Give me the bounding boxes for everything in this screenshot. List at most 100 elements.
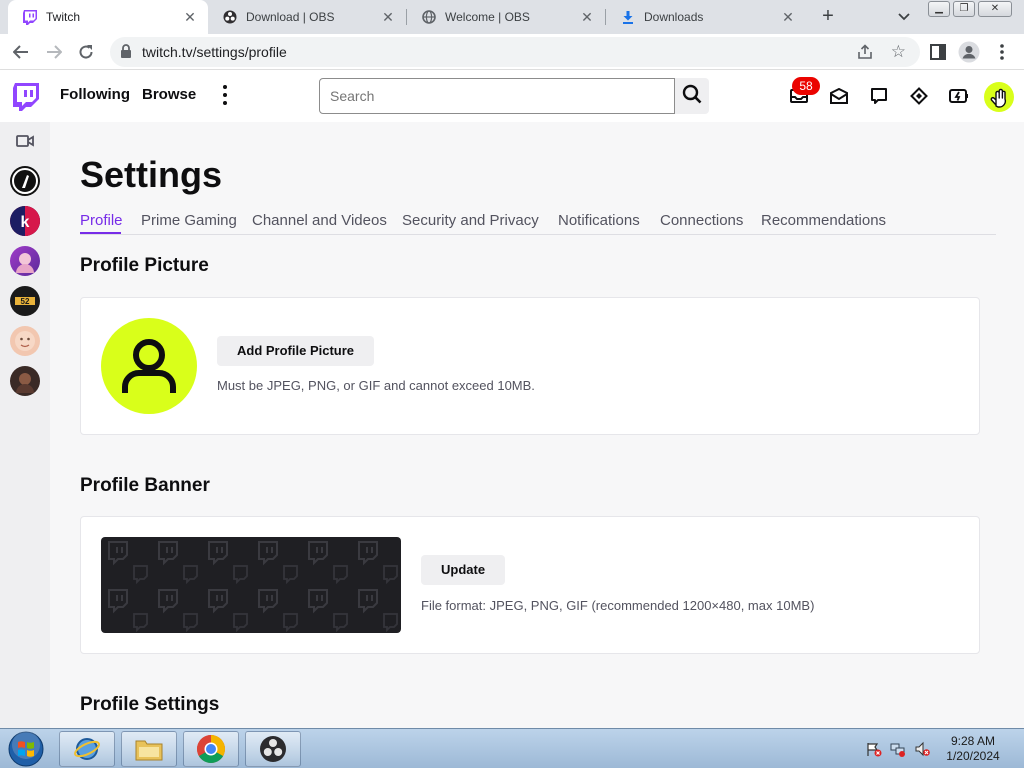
search-icon xyxy=(682,84,702,109)
profile-icon[interactable] xyxy=(957,40,981,64)
taskbar-ie-app[interactable] xyxy=(59,731,115,767)
inbox-icon[interactable] xyxy=(829,86,849,106)
bits-icon[interactable] xyxy=(949,86,969,106)
windows-logo-icon xyxy=(8,731,44,767)
profile-settings-heading: Profile Settings xyxy=(80,694,220,715)
clock-time: 9:28 AM xyxy=(950,734,996,748)
tab-title: Twitch xyxy=(46,10,81,24)
notification-count-badge: 58 xyxy=(792,77,820,95)
channel-avatar-3[interactable] xyxy=(10,246,40,276)
tab-notifications[interactable]: Notifications xyxy=(558,212,640,229)
minimize-button[interactable]: ▁ xyxy=(928,1,950,17)
user-avatar-button[interactable] xyxy=(984,82,1014,112)
share-icon[interactable] xyxy=(856,43,874,61)
tab-security-and-privacy[interactable]: Security and Privacy xyxy=(402,212,539,229)
profile-banner-hint: File format: JPEG, PNG, GIF (recommended… xyxy=(421,598,815,613)
profile-banner-preview xyxy=(101,537,401,633)
more-options-icon[interactable] xyxy=(222,85,228,105)
settings-tabs: Profile Prime Gaming Channel and Videos … xyxy=(80,212,996,235)
windows-taskbar: 9:28 AM 1/20/2024 xyxy=(0,728,1024,768)
taskbar-obs-app[interactable] xyxy=(245,731,301,767)
tab-profile[interactable]: Profile xyxy=(80,212,123,229)
close-tab-icon[interactable]: ✕ xyxy=(380,9,396,25)
taskbar-chrome-app[interactable] xyxy=(183,731,239,767)
channel-avatar-5[interactable] xyxy=(10,326,40,356)
obs-icon xyxy=(222,9,238,25)
internet-explorer-icon xyxy=(74,738,100,760)
search-input[interactable] xyxy=(320,79,674,113)
prime-loot-icon[interactable] xyxy=(909,86,929,106)
nav-following-link[interactable]: Following xyxy=(60,86,130,103)
new-tab-button[interactable]: + xyxy=(816,5,840,29)
channel-avatar-1[interactable] xyxy=(10,166,40,196)
action-center-flag-icon[interactable] xyxy=(866,741,882,757)
address-bar[interactable]: twitch.tv/settings/profile ☆ xyxy=(110,37,920,67)
chrome-icon xyxy=(197,735,225,763)
profile-picture-preview xyxy=(101,318,197,414)
network-icon[interactable] xyxy=(890,741,906,757)
obs-icon xyxy=(260,736,286,762)
close-tab-icon[interactable]: ✕ xyxy=(579,9,595,25)
profile-picture-hint: Must be JPEG, PNG, or GIF and cannot exc… xyxy=(217,378,535,393)
profile-picture-card: Add Profile Picture Must be JPEG, PNG, o… xyxy=(80,297,980,435)
volume-muted-icon[interactable] xyxy=(914,741,930,757)
profile-banner-card: Update File format: JPEG, PNG, GIF (reco… xyxy=(80,516,980,654)
tab-recommendations[interactable]: Recommendations xyxy=(761,212,886,229)
profile-banner-heading: Profile Banner xyxy=(80,475,210,496)
tab-channel-and-videos[interactable]: Channel and Videos xyxy=(252,212,387,229)
taskbar-explorer-app[interactable] xyxy=(121,731,177,767)
tab-title: Download | OBS xyxy=(246,10,335,24)
hand-cursor-icon xyxy=(990,88,1007,108)
tab-title: Downloads xyxy=(644,10,704,24)
close-window-button[interactable]: ✕ xyxy=(978,1,1012,17)
active-tab-indicator xyxy=(80,232,121,234)
browser-tab-downloads[interactable]: Downloads ✕ xyxy=(606,0,806,34)
user-silhouette-icon xyxy=(122,339,176,393)
channel-avatar-6[interactable] xyxy=(10,366,40,396)
update-banner-button[interactable]: Update xyxy=(421,555,506,585)
close-tab-icon[interactable]: ✕ xyxy=(182,9,198,25)
tab-search-chevron-icon[interactable] xyxy=(894,7,914,27)
twitch-glitch-pattern xyxy=(101,537,401,633)
video-camera-icon[interactable] xyxy=(16,134,34,148)
folder-icon xyxy=(135,740,163,761)
tab-connections[interactable]: Connections xyxy=(660,212,743,229)
settings-main: Settings Profile Prime Gaming Channel an… xyxy=(50,122,1024,728)
globe-icon xyxy=(421,9,437,25)
lock-icon xyxy=(120,44,134,60)
browser-tab-obs-welcome[interactable]: Welcome | OBS ✕ xyxy=(407,0,605,34)
restore-button[interactable]: ❐ xyxy=(953,1,975,17)
clock-date: 1/20/2024 xyxy=(946,749,1000,763)
twitch-top-nav: Following Browse 58 xyxy=(0,70,1024,122)
start-button[interactable] xyxy=(6,730,46,768)
close-tab-icon[interactable]: ✕ xyxy=(780,9,796,25)
channel-avatar-4[interactable]: 52 xyxy=(10,286,40,316)
back-icon[interactable] xyxy=(9,40,33,64)
followed-channels-sidebar: k 52 xyxy=(0,122,50,728)
browser-toolbar: twitch.tv/settings/profile ☆ xyxy=(0,34,1024,70)
url-text: twitch.tv/settings/profile xyxy=(142,44,287,60)
browser-tab-twitch[interactable]: Twitch ✕ xyxy=(8,0,208,34)
add-profile-picture-button[interactable]: Add Profile Picture xyxy=(217,336,375,366)
whispers-icon[interactable] xyxy=(869,86,889,106)
twitch-icon xyxy=(22,9,38,25)
profile-picture-heading: Profile Picture xyxy=(80,255,209,276)
side-panel-icon[interactable] xyxy=(926,40,950,64)
system-clock[interactable]: 9:28 AM 1/20/2024 xyxy=(934,734,1012,764)
svg-text:52: 52 xyxy=(21,297,30,306)
bookmark-star-icon[interactable]: ☆ xyxy=(891,42,906,62)
browser-tab-obs-download[interactable]: Download | OBS ✕ xyxy=(208,0,406,34)
tab-title: Welcome | OBS xyxy=(445,10,530,24)
channel-avatar-2[interactable]: k xyxy=(10,206,40,236)
tab-prime-gaming[interactable]: Prime Gaming xyxy=(141,212,237,229)
browser-tab-strip: Twitch ✕ Download | OBS ✕ Welcome | OBS … xyxy=(0,0,1024,34)
forward-icon[interactable] xyxy=(42,40,66,64)
search-button[interactable] xyxy=(675,78,709,114)
chrome-menu-icon[interactable] xyxy=(990,40,1014,64)
screen: Twitch ✕ Download | OBS ✕ Welcome | OBS … xyxy=(0,0,1024,768)
nav-browse-link[interactable]: Browse xyxy=(142,86,196,103)
reload-icon[interactable] xyxy=(74,40,98,64)
twitch-logo-icon[interactable] xyxy=(13,83,39,111)
svg-text:k: k xyxy=(21,214,30,231)
search-box xyxy=(319,78,675,114)
